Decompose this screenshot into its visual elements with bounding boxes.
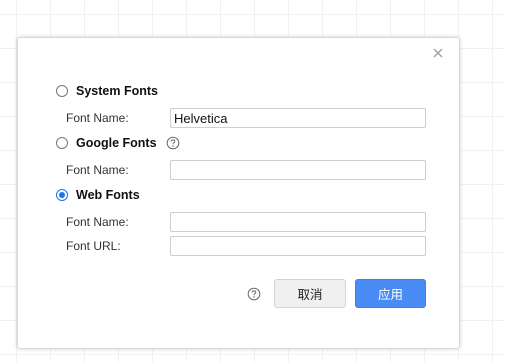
system-font-name-input[interactable]: [170, 108, 426, 128]
cancel-button[interactable]: 取消: [274, 279, 346, 308]
close-icon[interactable]: [431, 46, 445, 60]
question-circle-icon[interactable]: [166, 136, 180, 150]
google-fonts-radio[interactable]: [56, 137, 68, 149]
font-dialog: System Fonts Font Name: Google Fonts Fon…: [17, 37, 460, 349]
google-font-name-input[interactable]: [170, 160, 426, 180]
web-fonts-option[interactable]: Web Fonts: [56, 187, 140, 203]
web-font-name-input[interactable]: [170, 212, 426, 232]
system-font-name-label: Font Name:: [66, 111, 129, 125]
system-fonts-option[interactable]: System Fonts: [56, 83, 158, 99]
google-font-name-label: Font Name:: [66, 163, 129, 177]
web-fonts-radio[interactable]: [56, 189, 68, 201]
google-fonts-option[interactable]: Google Fonts: [56, 135, 180, 151]
system-fonts-label: System Fonts: [76, 84, 158, 98]
apply-button[interactable]: 应用: [355, 279, 426, 308]
question-circle-icon[interactable]: [247, 287, 261, 301]
web-font-url-label: Font URL:: [66, 239, 121, 253]
web-font-name-label: Font Name:: [66, 215, 129, 229]
google-fonts-label: Google Fonts: [76, 136, 157, 150]
web-fonts-label: Web Fonts: [76, 188, 140, 202]
system-fonts-radio[interactable]: [56, 85, 68, 97]
web-font-url-input[interactable]: [170, 236, 426, 256]
